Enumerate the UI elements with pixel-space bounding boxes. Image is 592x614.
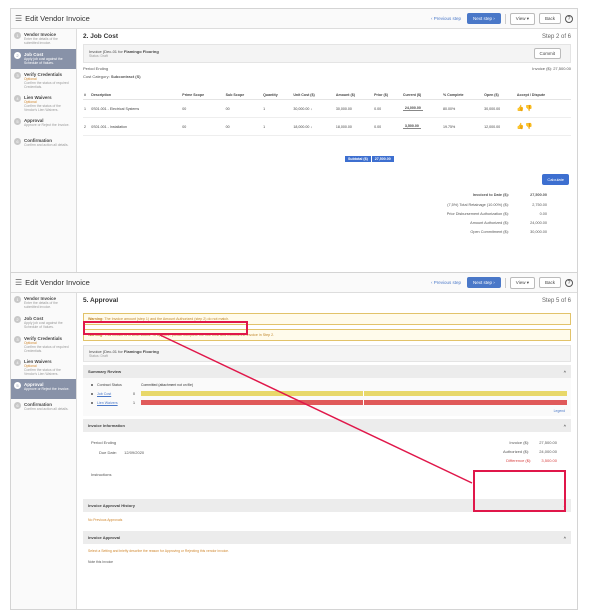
callout-line xyxy=(159,334,473,484)
callout-arrow xyxy=(159,334,473,484)
